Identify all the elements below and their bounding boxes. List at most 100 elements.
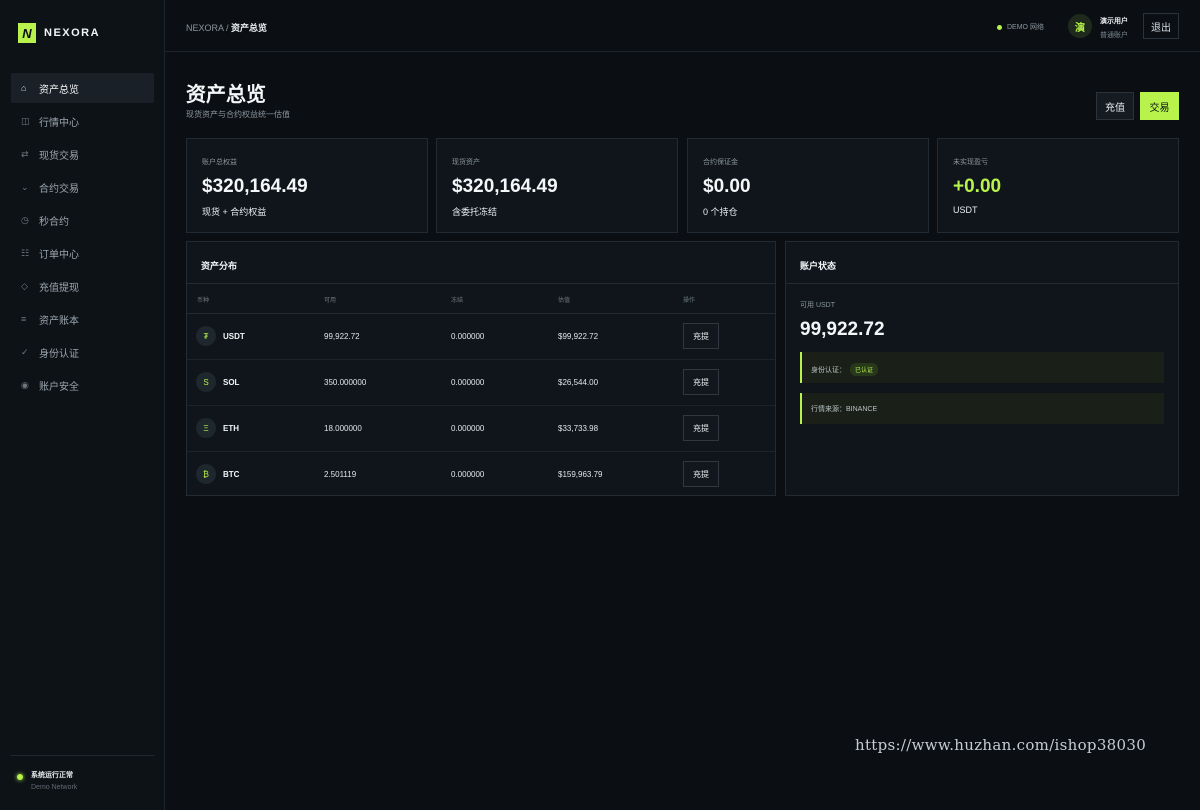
coin-symbol: BTC	[223, 470, 240, 479]
user-role: 普通账户	[1100, 32, 1128, 39]
market-source-label: 行情来源：BINANCE	[811, 406, 878, 413]
breadcrumb-root[interactable]: NEXORA	[186, 23, 224, 33]
diamond-icon: ◇	[21, 280, 28, 291]
sidebar-item-label: 现货交易	[39, 150, 79, 162]
sidebar-item-seconds[interactable]: ◷ 秒合约	[11, 205, 154, 235]
stat-label: 现货资产	[452, 159, 480, 166]
topbar: NEXORA / 资产总览 DEMO 网络 演 演示用户 普通账户 退出	[165, 0, 1200, 52]
stat-card-spot-assets: 现货资产 $320,164.49 含委托冻结	[436, 138, 678, 233]
table-row: S SOL 350.000000 0.000000 $26,544.00 充提	[187, 360, 775, 406]
eth-coin-icon: Ξ	[196, 418, 216, 438]
sidebar-divider	[11, 755, 154, 756]
page-title: 资产总览	[186, 84, 266, 106]
system-status-title: 系统运行正常	[31, 772, 73, 779]
column-header: 冻结	[451, 298, 464, 304]
stat-card-total-equity: 账户总权益 $320,164.49 现货 + 合约权益	[186, 138, 428, 233]
sidebar-item-label: 资产账本	[39, 315, 79, 327]
home-icon: ⌂	[21, 83, 27, 93]
ledger-icon: ≡	[21, 314, 27, 324]
table-row: Ξ ETH 18.000000 0.000000 $33,733.98 充提	[187, 406, 775, 452]
logo-text: NEXORA	[44, 27, 101, 39]
column-header: 币种	[197, 298, 210, 304]
frozen-amount: 0.000000	[451, 378, 485, 387]
chevron-down-icon: ⌄	[21, 181, 29, 192]
asset-distribution-panel: 资产分布 币种 可用 冻结 估值 操作 ₮ USDT 99,922.72 0.0…	[186, 241, 776, 496]
user-info: 演示用户 普通账户	[1100, 16, 1128, 40]
stat-value: $320,164.49	[202, 176, 308, 197]
sol-coin-icon: S	[196, 372, 216, 392]
kyc-status: 身份认证： 已认证	[800, 352, 1164, 383]
sidebar-item-label: 账户安全	[39, 381, 79, 393]
panel-title: 资产分布	[187, 242, 775, 284]
available-usdt-value: 99,922.72	[800, 319, 885, 340]
sidebar-item-market[interactable]: ◫ 行情中心	[11, 106, 154, 136]
avatar[interactable]: 演	[1068, 14, 1092, 38]
recharge-button[interactable]: 充值	[1096, 92, 1134, 120]
market-icon: ◫	[21, 115, 30, 126]
stat-sub: USDT	[953, 205, 978, 215]
sidebar-item-label: 合约交易	[39, 183, 79, 195]
available-amount: 350.000000	[324, 378, 367, 387]
trade-button[interactable]: 交易	[1140, 92, 1179, 120]
coin-symbol: ETH	[223, 424, 239, 433]
network-dot-icon	[997, 24, 1002, 30]
status-badge: 已认证	[850, 363, 879, 376]
valuation: $26,544.00	[558, 378, 599, 387]
watermark: https://www.huzhan.com/ishop38030	[855, 736, 1147, 754]
sidebar-item-orders[interactable]: ☷ 订单中心	[11, 238, 154, 268]
sidebar-item-spot[interactable]: ⇄ 现货交易	[11, 139, 154, 169]
shield-icon: ◉	[21, 379, 29, 390]
coin-symbol: USDT	[223, 332, 245, 341]
kyc-label: 身份认证：	[811, 367, 846, 374]
logo[interactable]: N NEXORA	[18, 23, 100, 43]
deposit-withdraw-button[interactable]: 充提	[683, 415, 719, 441]
check-icon: ✓	[21, 346, 29, 357]
deposit-withdraw-button[interactable]: 充提	[683, 369, 719, 395]
clock-icon: ◷	[21, 214, 29, 225]
panel-title: 账户状态	[786, 242, 1178, 284]
breadcrumb-separator: /	[223, 23, 232, 33]
account-status-panel: 账户状态 可用 USDT 99,922.72 身份认证： 已认证 行情来源：BIN…	[785, 241, 1179, 496]
frozen-amount: 0.000000	[451, 470, 485, 479]
system-status-subtitle: Demo Network	[31, 784, 78, 791]
sidebar-item-label: 行情中心	[39, 117, 79, 129]
column-header: 操作	[683, 298, 696, 304]
stat-label: 账户总权益	[202, 159, 237, 166]
logo-mark-icon: N	[18, 23, 36, 43]
btc-coin-icon: ₿	[196, 464, 216, 484]
valuation: $33,733.98	[558, 424, 599, 433]
stat-sub: 现货 + 合约权益	[202, 207, 267, 217]
list-icon: ☷	[21, 247, 30, 258]
table-row: ₿ BTC 2.501119 0.000000 $159,963.79 充提	[187, 452, 775, 498]
stat-sub: 含委托冻结	[452, 207, 498, 217]
stat-label: 未实现盈亏	[953, 159, 988, 166]
sidebar-item-security[interactable]: ◉ 账户安全	[11, 370, 154, 400]
usdt-coin-icon: ₮	[196, 326, 216, 346]
deposit-withdraw-button[interactable]: 充提	[683, 323, 719, 349]
sidebar-item-deposit[interactable]: ◇ 充值提现	[11, 271, 154, 301]
user-name: 演示用户	[1100, 18, 1128, 25]
sidebar-item-futures[interactable]: ⌄ 合约交易	[11, 172, 154, 202]
stat-value: +0.00	[953, 176, 1002, 197]
sidebar-item-label: 充值提现	[39, 282, 79, 294]
sidebar-item-label: 身份认证	[39, 348, 79, 360]
sidebar-item-label: 资产总览	[39, 84, 79, 96]
deposit-withdraw-button[interactable]: 充提	[683, 461, 719, 487]
network-indicator: DEMO 网络	[997, 22, 1044, 32]
sidebar: N NEXORA ⌂ 资产总览 ◫ 行情中心 ⇄ 现货交易 ⌄ 合约交易 ◷ 秒…	[0, 0, 165, 810]
stat-value: $0.00	[703, 176, 751, 197]
frozen-amount: 0.000000	[451, 332, 485, 341]
sidebar-item-ledger[interactable]: ≡ 资产账本	[11, 304, 154, 334]
available-amount: 99,922.72	[324, 332, 360, 341]
logout-button[interactable]: 退出	[1143, 13, 1179, 39]
sidebar-item-label: 订单中心	[39, 249, 79, 261]
stat-card-unrealized-pnl: 未实现盈亏 +0.00 USDT	[937, 138, 1179, 233]
sidebar-item-kyc[interactable]: ✓ 身份认证	[11, 337, 154, 367]
stat-value: $320,164.49	[452, 176, 558, 197]
breadcrumb-current: 资产总览	[231, 23, 268, 33]
valuation: $159,963.79	[558, 470, 603, 479]
sidebar-item-overview[interactable]: ⌂ 资产总览	[11, 73, 154, 103]
available-usdt-label: 可用 USDT	[800, 302, 835, 309]
status-dot-icon	[17, 774, 23, 780]
stat-label: 合约保证金	[703, 159, 738, 166]
